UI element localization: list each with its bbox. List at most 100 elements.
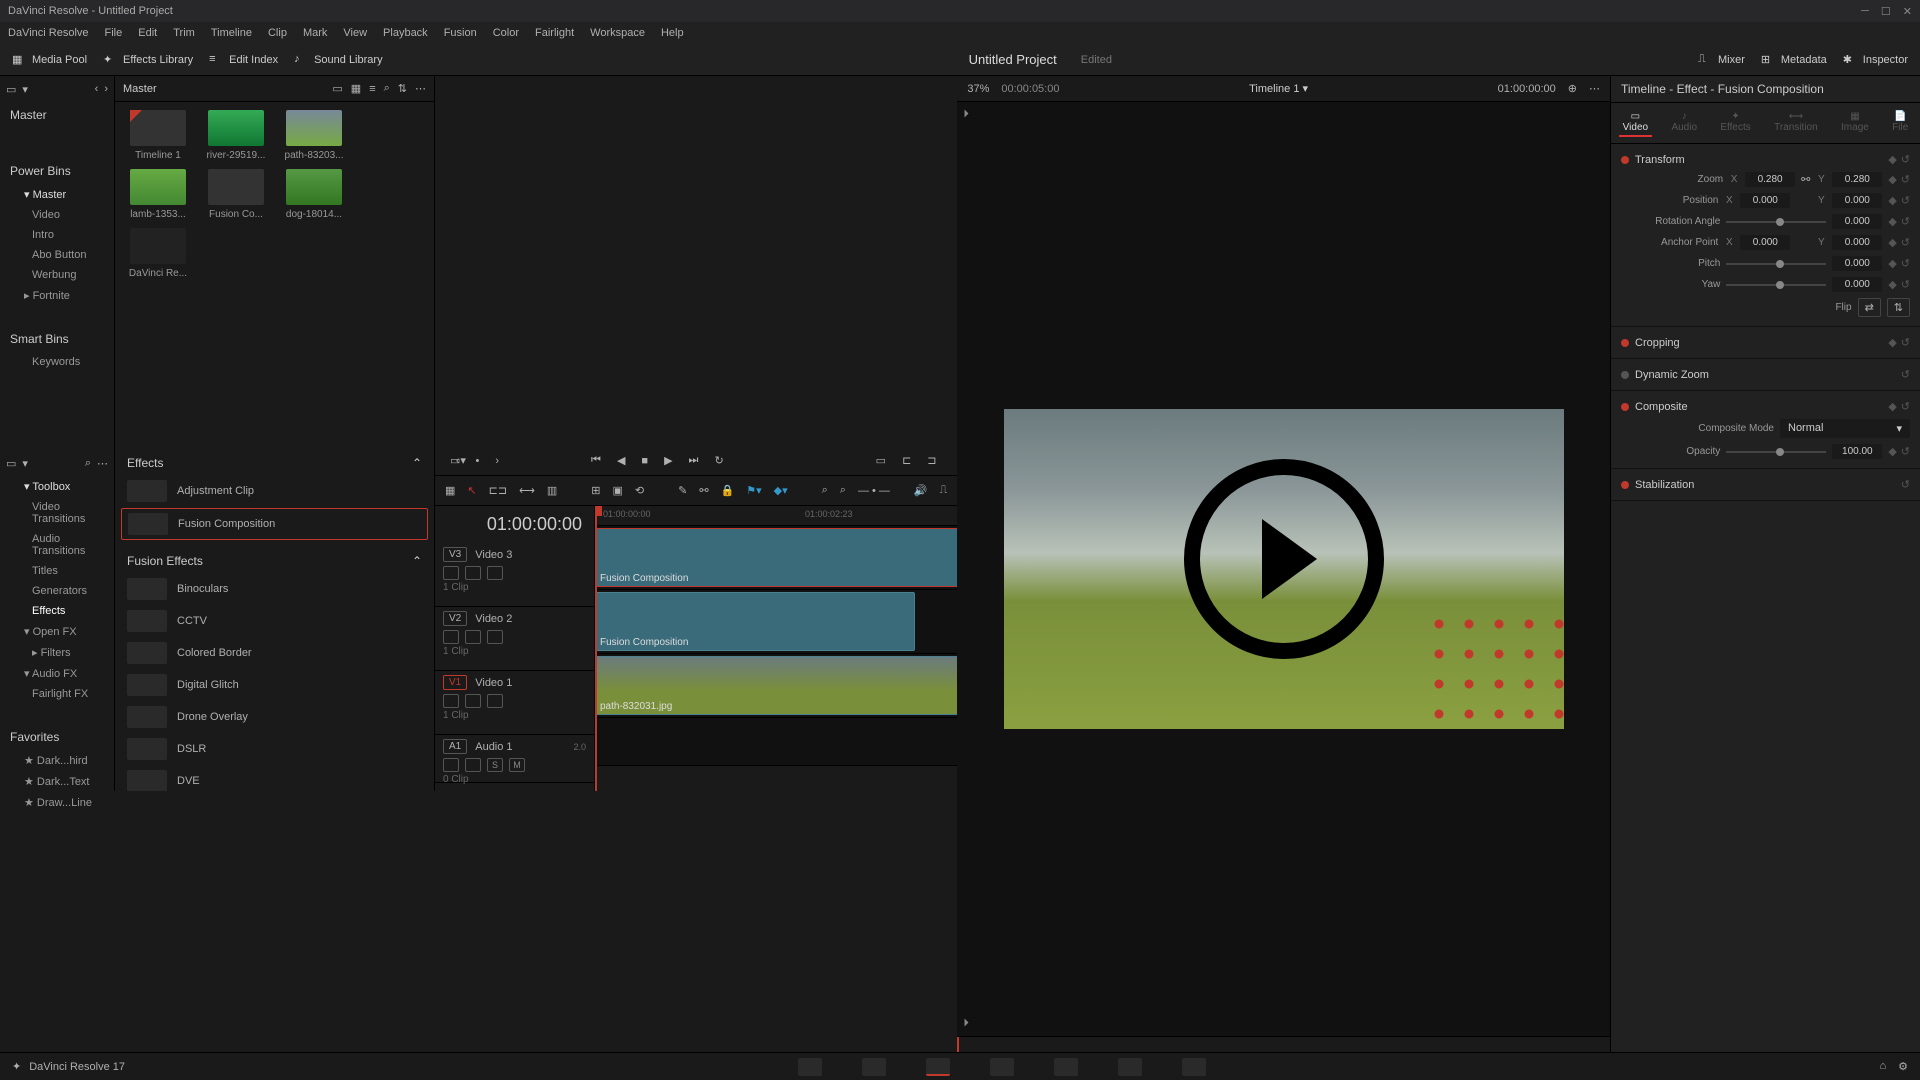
reset-icon[interactable]: ↺ [1901,400,1910,413]
insert-icon[interactable]: ⊞ [591,484,600,497]
zoom-icon[interactable]: ⌕ [840,484,846,497]
timeline-view-icon[interactable]: ▦ [445,484,455,497]
menu-help[interactable]: Help [661,27,684,39]
menu-view[interactable]: View [343,27,367,39]
trim-tool-icon[interactable]: ⊏⊐ [489,484,507,497]
keyframe-icon[interactable]: ◆ [1888,194,1896,207]
reset-icon[interactable]: ↺ [1901,478,1910,491]
effect-binoculars[interactable]: Binoculars [121,574,428,604]
viewer-zoom[interactable]: 37% [967,83,989,95]
page-edit[interactable] [926,1058,950,1076]
track-enable-icon[interactable] [465,758,481,772]
inspector-tab-audio[interactable]: ♪Audio [1667,109,1701,137]
media-item[interactable]: dog-18014... [279,169,349,220]
reset-icon[interactable]: ↺ [1901,257,1910,270]
effects-category[interactable]: Effects [127,456,163,470]
menu-file[interactable]: File [105,27,123,39]
media-item[interactable]: Fusion Co... [201,169,271,220]
menu-davinci[interactable]: DaVinci Resolve [8,27,89,39]
track-solo-icon[interactable]: S [487,758,503,772]
track-mute-icon[interactable] [487,630,503,644]
minimize-icon[interactable]: ─ [1861,5,1869,18]
tree-audio-transitions[interactable]: Audio Transitions [0,529,114,561]
transform-section[interactable]: Transform [1635,154,1685,166]
tree-titles[interactable]: Titles [0,561,114,581]
page-fusion[interactable] [990,1058,1014,1076]
keyframe-icon[interactable]: ◆ [1888,257,1896,270]
menu-color[interactable]: Color [493,27,519,39]
keyframe-icon[interactable]: ◆ [1888,153,1896,166]
media-item[interactable]: lamb-1353... [123,169,193,220]
go-start-icon[interactable]: ⏮ [591,454,601,467]
effects-library-toggle[interactable]: ✦Effects Library [103,53,193,67]
reset-icon[interactable]: ↺ [1901,336,1910,349]
track-enable-icon[interactable] [465,630,481,644]
fav-item[interactable]: ★ Dark...hird [0,750,114,771]
effect-drone-overlay[interactable]: Drone Overlay [121,702,428,732]
inspector-tab-transition[interactable]: ⟷Transition [1770,109,1822,137]
openfx-header[interactable]: ▾ Open FX [0,621,114,642]
bypass-icon[interactable]: ▭▾ [450,454,466,467]
keyframe-icon[interactable]: ◆ [1888,173,1896,186]
search-icon[interactable]: ⌕ [85,457,91,470]
settings-icon[interactable]: ⚙ [1898,1060,1908,1073]
effect-adjustment-clip[interactable]: Adjustment Clip [121,476,428,506]
menu-timeline[interactable]: Timeline [211,27,252,39]
view-strip-icon[interactable]: ▭ [332,82,342,95]
blade-tool-icon[interactable]: ▥ [547,484,557,497]
search-icon[interactable]: ⌕ [384,82,390,95]
reset-icon[interactable]: ↺ [1901,153,1910,166]
menu-fusion[interactable]: Fusion [444,27,477,39]
cropping-section[interactable]: Cropping [1635,337,1680,349]
link-icon[interactable]: ⚯ [699,484,708,497]
tree-filters[interactable]: ▸ Filters [0,642,114,663]
inspector-tab-video[interactable]: ▭Video [1619,109,1652,137]
track-enable-icon[interactable] [465,566,481,580]
fav-item[interactable]: ★ Dark...Text [0,771,114,792]
yaw-input[interactable]: 0.000 [1832,277,1882,292]
track-lock-icon[interactable] [443,630,459,644]
reset-icon[interactable]: ↺ [1901,194,1910,207]
opacity-input[interactable]: 100.00 [1832,444,1882,459]
inspector-toggle[interactable]: ✱Inspector [1843,53,1908,67]
keyframe-icon[interactable]: ◆ [1888,336,1896,349]
mixer-toggle[interactable]: ⎍Mixer [1698,53,1745,67]
page-color[interactable] [1054,1058,1078,1076]
effect-fusion-composition[interactable]: Fusion Composition [121,508,428,540]
view-grid-icon[interactable]: ▦ [351,82,361,95]
reset-icon[interactable]: ↺ [1901,236,1910,249]
match-frame-icon[interactable]: ▭ [876,454,886,467]
tree-abo[interactable]: Abo Button [0,245,114,265]
stabilization-section[interactable]: Stabilization [1635,479,1694,491]
next-edit-icon[interactable]: › [495,455,499,467]
pos-x-input[interactable]: 0.000 [1740,193,1790,208]
reset-icon[interactable]: ↺ [1901,278,1910,291]
chevron-down-icon[interactable]: ▾ [22,457,28,470]
tree-video[interactable]: Video [0,205,114,225]
go-end-icon[interactable]: ⏭ [689,454,699,467]
track-enable-icon[interactable] [465,694,481,708]
reset-icon[interactable]: ↺ [1901,173,1910,186]
page-cut[interactable] [862,1058,886,1076]
maximize-icon[interactable]: ☐ [1881,5,1891,18]
track-v2-badge[interactable]: V2 [443,611,467,626]
tree-keywords[interactable]: Keywords [0,352,114,372]
home-icon[interactable]: ⌂ [1879,1060,1886,1073]
effect-colored-border[interactable]: Colored Border [121,638,428,668]
go-out-icon[interactable]: ⏵ [963,1017,969,1030]
dim-icon[interactable]: ⎍ [940,484,948,497]
favorites-header[interactable]: Favorites [0,724,114,750]
yaw-slider[interactable] [1726,284,1826,286]
audiofx-header[interactable]: ▾ Audio FX [0,663,114,684]
viewer-more-icon[interactable]: ⋯ [1589,82,1600,95]
track-mute-icon[interactable] [487,694,503,708]
clip-fusion-v2[interactable]: Fusion Composition [595,592,915,651]
effect-dve[interactable]: DVE [121,766,428,791]
viewer-mode-icon[interactable]: ⊕ [1568,82,1577,95]
keyframe-icon[interactable]: ◆ [1888,278,1896,291]
tree-intro[interactable]: Intro [0,225,114,245]
dynamic-zoom-section[interactable]: Dynamic Zoom [1635,369,1709,381]
rotation-input[interactable]: 0.000 [1832,214,1882,229]
collapse-icon[interactable]: ⌃ [412,554,422,568]
toolbox-header[interactable]: ▾ Toolbox [0,476,114,497]
